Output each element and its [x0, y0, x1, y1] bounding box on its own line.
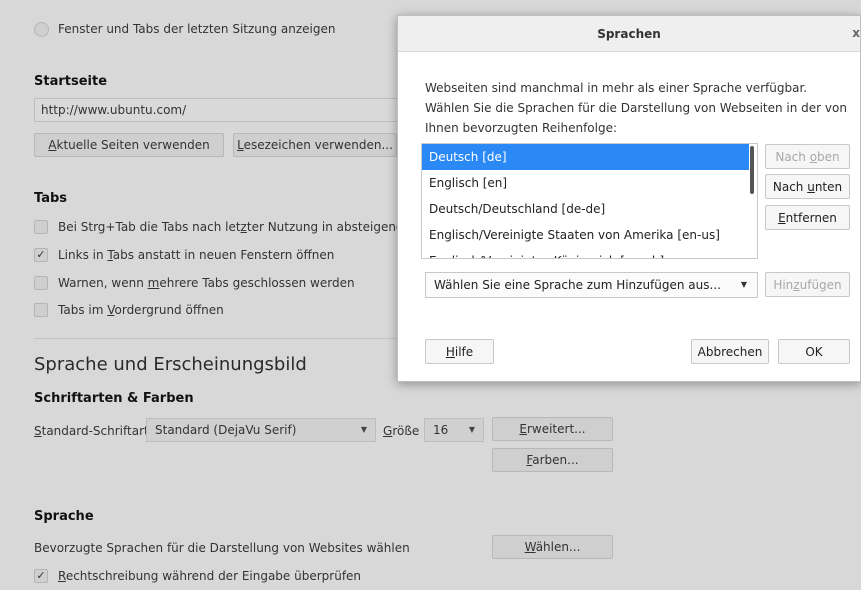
add-language-select[interactable]: Wählen Sie eine Sprache zum Hinzufügen a…: [425, 272, 758, 298]
use-current-accel: A: [48, 138, 57, 152]
add-language-select-value: Wählen Sie eine Sprache zum Hinzufügen a…: [434, 278, 721, 292]
dialog-description: Webseiten sind manchmal in mehr als eine…: [425, 81, 847, 135]
language-item[interactable]: Englisch/Vereinigte Staaten von Amerika …: [422, 222, 749, 248]
standard-font-label: Standard-Schriftart: [34, 424, 149, 438]
ok-button[interactable]: OK: [778, 339, 850, 364]
language-list[interactable]: Deutsch [de] Englisch [en] Deutsch/Deuts…: [421, 143, 758, 259]
language-item[interactable]: Englisch [en]: [422, 170, 749, 196]
spellcheck-label: Rechtschreibung während der Eingabe über…: [58, 569, 362, 583]
chevron-down-icon: ▼: [360, 425, 367, 434]
homepage-url-value: http://www.ubuntu.com/: [41, 103, 187, 117]
use-current-pages-button[interactable]: Aktuelle Seiten verwenden: [34, 133, 224, 157]
fonts-heading: Schriftarten & Farben: [34, 391, 194, 406]
tabs-ctrl-tab-checkbox[interactable]: [34, 220, 48, 234]
list-scrollbar[interactable]: [750, 146, 754, 194]
chevron-down-icon: ▼: [468, 425, 475, 434]
language-item[interactable]: Englisch/Vereinigtes Königreich [en-gb]: [422, 248, 749, 258]
add-button[interactable]: Hinzufügen: [765, 272, 850, 297]
tabs-heading: Tabs: [34, 191, 68, 206]
use-bookmark-label: esezeichen verwenden...: [243, 138, 393, 152]
appearance-heading: Sprache und Erscheinungsbild: [34, 354, 307, 375]
tabs-ctrl-tab-label: Bei Strg+Tab die Tabs nach letzter Nutzu…: [58, 220, 429, 234]
tabs-warn-label: Warnen, wenn mehrere Tabs geschlossen we…: [58, 276, 355, 290]
homepage-heading: Startseite: [34, 74, 108, 89]
standard-font-select[interactable]: Standard (DejaVu Serif) ▼: [146, 418, 376, 442]
language-item[interactable]: Deutsch/Deutschland [de-de]: [422, 196, 749, 222]
move-up-button[interactable]: Nach oben: [765, 144, 850, 169]
move-down-button[interactable]: Nach unten: [765, 174, 850, 199]
languages-dialog: Sprachen x Webseiten sind manchmal in me…: [397, 15, 861, 382]
use-current-label: ktuelle Seiten verwenden: [56, 138, 210, 152]
choose-languages-button[interactable]: Wählen...: [492, 535, 613, 559]
font-size-label: Größe: [383, 424, 420, 438]
advanced-fonts-button[interactable]: Erweitert...: [492, 417, 613, 441]
chevron-down-icon: ▼: [740, 280, 747, 289]
close-icon[interactable]: x: [852, 26, 860, 40]
tabs-links-checkbox[interactable]: ✓: [34, 248, 48, 262]
use-bookmark-button[interactable]: Lesezeichen verwenden...: [233, 133, 397, 157]
tabs-links-label: Links in Tabs anstatt in neuen Fenstern …: [58, 248, 335, 262]
spellcheck-checkbox[interactable]: ✓: [34, 569, 48, 583]
language-item-selected[interactable]: Deutsch [de]: [422, 144, 749, 170]
standard-font-value: Standard (DejaVu Serif): [155, 423, 297, 437]
language-pref-label: Bevorzugte Sprachen für die Darstellung …: [34, 541, 410, 555]
tabs-warn-checkbox[interactable]: [34, 276, 48, 290]
restore-session-label: Fenster und Tabs der letzten Sitzung anz…: [58, 22, 336, 36]
remove-button[interactable]: Entfernen: [765, 205, 850, 230]
dialog-titlebar: Sprachen x: [398, 16, 860, 52]
restore-session-radio[interactable]: [34, 22, 49, 37]
tabs-foreground-label: Tabs im Vordergrund öffnen: [58, 303, 224, 317]
font-size-select[interactable]: 16 ▼: [424, 418, 484, 442]
language-heading: Sprache: [34, 509, 94, 524]
section-divider: [34, 338, 398, 339]
tabs-foreground-checkbox[interactable]: [34, 303, 48, 317]
dialog-title: Sprachen: [597, 26, 661, 41]
font-size-value: 16: [433, 423, 449, 437]
homepage-url-input[interactable]: http://www.ubuntu.com/: [34, 98, 406, 122]
cancel-button[interactable]: Abbrechen: [691, 339, 769, 364]
colors-button[interactable]: Farben...: [492, 448, 613, 472]
help-button[interactable]: Hilfe: [425, 339, 494, 364]
